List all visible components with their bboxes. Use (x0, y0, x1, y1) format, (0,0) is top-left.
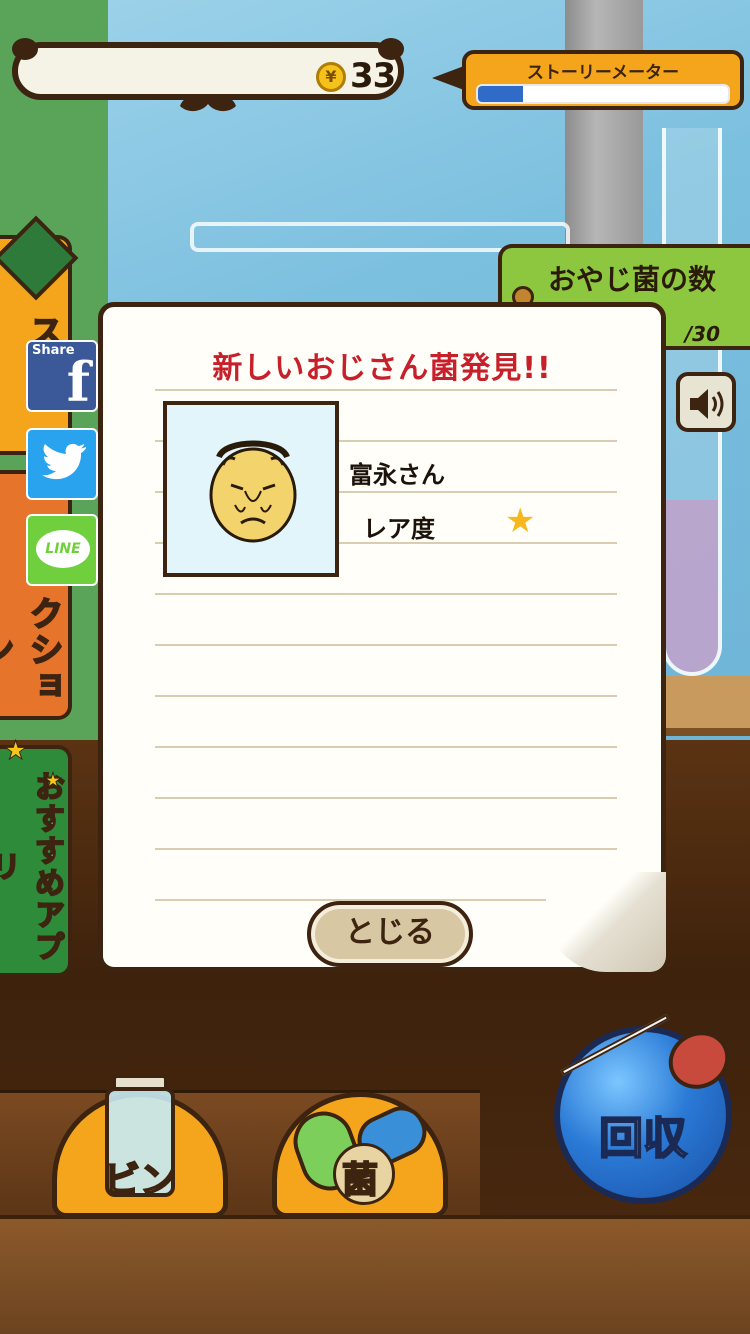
sound-toggle-button[interactable] (676, 372, 736, 432)
rarity-label: レア度 (363, 515, 435, 543)
close-button[interactable]: とじる (307, 901, 473, 967)
germ-name: 富永さん (349, 461, 445, 489)
germ-count-title: おやじ菌の数 (548, 263, 717, 296)
story-meter-label: ストーリーメーター (526, 63, 680, 83)
tab-collection[interactable]: クション (0, 470, 72, 720)
star-icon: ★ (44, 768, 63, 793)
germ-button-label: 菌 (341, 1159, 379, 1202)
star-icon: ★ (3, 736, 28, 767)
page-curl (546, 872, 666, 972)
line-share-button[interactable]: LINE (26, 514, 98, 586)
facebook-share-button[interactable]: Share f (26, 340, 98, 414)
note-line (155, 593, 617, 595)
coin-icon: ¥ (316, 62, 346, 92)
jar-button-label: ビン (103, 1159, 177, 1202)
line-icon: LINE (36, 530, 90, 568)
new-germ-dialog: 新しいおじさん菌発見!! 富永さん レア度 ★ とじる (98, 302, 666, 972)
story-meter-track (476, 84, 730, 104)
facebook-icon: f (66, 350, 90, 414)
mustache-icon (180, 95, 236, 112)
rarity-star-icon: ★ (505, 501, 536, 541)
collect-button-label: 回収 (598, 1112, 688, 1165)
story-meter-fill (478, 86, 523, 102)
tab-collection-label: クション (0, 595, 64, 705)
note-line (155, 848, 617, 850)
story-meter: ストーリーメーター (462, 50, 744, 110)
note-line (155, 695, 617, 697)
note-line (155, 746, 617, 748)
germ-portrait (163, 401, 339, 577)
note-line (155, 644, 617, 646)
background-board (0, 1215, 750, 1334)
coin-count: 33 (350, 56, 396, 96)
note-line (155, 797, 617, 799)
test-tube-liquid (666, 500, 718, 672)
twitter-bird-icon (42, 443, 86, 480)
story-meter-tail (432, 66, 464, 90)
speaker-icon (690, 389, 724, 419)
note-line (155, 389, 617, 391)
tab-recommend-label: おすすめアプリ (0, 770, 65, 964)
coin-bar-knob-left (12, 38, 38, 60)
twitter-share-button[interactable] (26, 428, 98, 500)
germ-count-value: /30 (684, 322, 720, 346)
ojisan-face-icon (209, 440, 297, 543)
dialog-title: 新しいおじさん菌発見!! (212, 351, 552, 386)
